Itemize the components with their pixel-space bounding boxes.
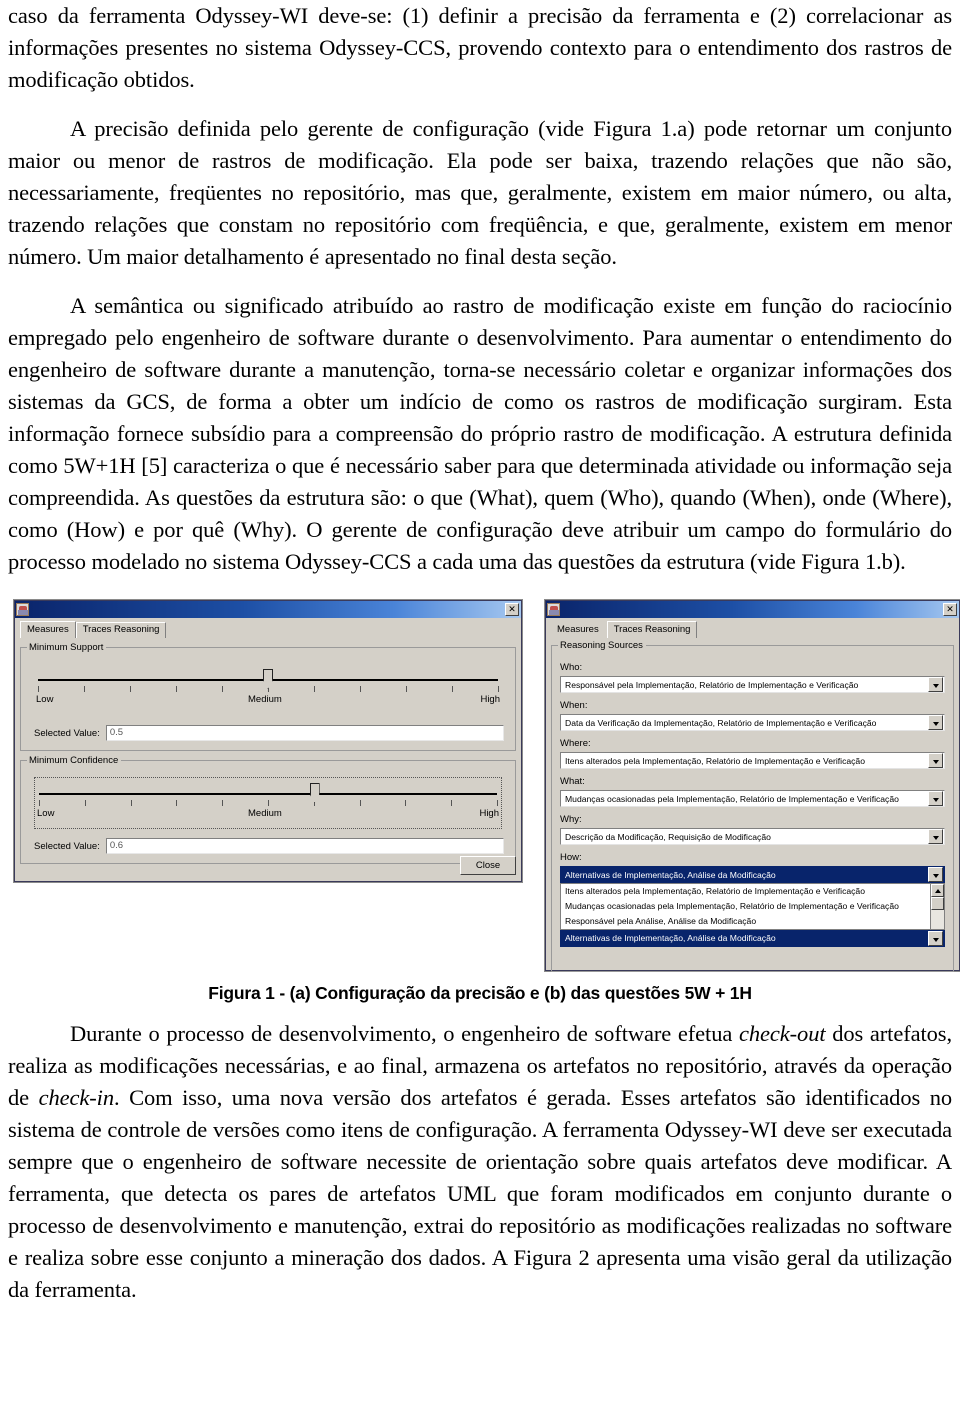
combo-how[interactable]: Alternativas de Implementação, Análise d… [560, 866, 945, 883]
scrollbar-track[interactable] [931, 910, 944, 929]
term-checkout: check-out [738, 1021, 826, 1046]
group-legend-minimum-support: Minimum Support [27, 642, 107, 653]
combo-who[interactable]: Responsável pela Implementação, Relatóri… [560, 676, 945, 693]
caption-gap [8, 1004, 952, 1018]
chevron-down-icon[interactable] [928, 829, 943, 844]
close-icon[interactable]: ✕ [943, 603, 957, 616]
dialog-b-titlebar[interactable]: ✕ [546, 601, 959, 618]
dialog-a-buttonbar: Close [20, 856, 516, 875]
group-legend-reasoning-sources: Reasoning Sources [558, 640, 646, 651]
chevron-down-icon[interactable] [928, 753, 943, 768]
selected-value-input-confidence[interactable]: 0.6 [105, 838, 504, 854]
field-label-what: What: [560, 776, 585, 787]
group-legend-minimum-confidence: Minimum Confidence [27, 755, 122, 766]
field-when: When: Data da Verificação da Implementaç… [560, 699, 945, 731]
slider-label-high: High [480, 694, 500, 705]
dialog-measures[interactable]: ✕ Measures Traces Reasoning Minimum Supp… [14, 600, 522, 882]
dialog-a-body: Minimum Support Low Medium High Selected… [15, 642, 521, 864]
paragraph-4: Durante o processo de desenvolvimento, o… [8, 1018, 952, 1306]
slider-minimum-confidence[interactable]: Low Medium High [34, 777, 502, 829]
selected-value-row-support: Selected Value: 0.5 [34, 725, 504, 741]
slider-label-medium: Medium [248, 808, 282, 819]
figure-1: ✕ Measures Traces Reasoning Minimum Supp… [8, 592, 960, 972]
field-how: How: Alternativas de Implementação, Anál… [560, 851, 945, 883]
dialog-a-tabstrip: Measures Traces Reasoning [15, 620, 521, 638]
combo-when[interactable]: Data da Verificação da Implementação, Re… [560, 714, 945, 731]
field-label-who: Who: [560, 662, 583, 673]
dropdown-items: Itens alterados pela Implementação, Rela… [561, 884, 930, 929]
slider-label-high: High [479, 808, 499, 819]
paragraph-2: A precisão definida pelo gerente de conf… [8, 116, 952, 269]
chevron-down-icon[interactable] [928, 715, 943, 730]
paragraph-3: A semântica ou significado atribuído ao … [8, 293, 952, 574]
scroll-up-icon[interactable] [931, 884, 944, 897]
dropdown-selected-item[interactable]: Alternativas de Implementação, Análise d… [560, 930, 945, 947]
tab-traces-reasoning[interactable]: Traces Reasoning [606, 621, 698, 638]
app-icon [547, 603, 560, 616]
selected-value-row-confidence: Selected Value: 0.6 [34, 838, 504, 854]
field-label-why: Why: [560, 814, 582, 825]
paragraph-4-part-1: Durante o processo de desenvolvimento, o… [70, 1021, 739, 1046]
paragraph-1: caso da ferramenta Odyssey-WI deve-se: (… [8, 3, 952, 92]
field-who: Who: Responsável pela Implementação, Rel… [560, 661, 945, 693]
selected-value-label: Selected Value: [34, 727, 100, 739]
slider-track [39, 793, 497, 795]
slider-label-low: Low [37, 808, 55, 819]
list-item: Alternativas de Implementação, Análise d… [565, 933, 776, 943]
field-where: Where: Itens alterados pela Implementaçã… [560, 737, 945, 769]
paragraph-4-part-3: . Com isso, uma nova versão dos artefato… [8, 1085, 952, 1302]
chevron-down-icon[interactable] [928, 931, 943, 946]
list-item[interactable]: Itens alterados pela Implementação, Rela… [561, 884, 930, 899]
combo-where[interactable]: Itens alterados pela Implementação, Rela… [560, 752, 945, 769]
term-checkin: check-in [38, 1085, 114, 1110]
slider-minimum-support[interactable]: Low Medium High [34, 664, 502, 716]
list-item[interactable]: Mudanças ocasionadas pela Implementação,… [561, 899, 930, 914]
group-minimum-support: Minimum Support Low Medium High Selected… [20, 642, 516, 751]
chevron-down-icon[interactable] [928, 791, 943, 806]
scrollbar-thumb[interactable] [931, 897, 944, 910]
dropdown-scrollbar[interactable] [930, 884, 944, 929]
combo-value-why: Descrição da Modificação, Requisição de … [565, 831, 771, 842]
combo-what[interactable]: Mudanças ocasionadas pela Implementação,… [560, 790, 945, 807]
chevron-down-icon[interactable] [928, 867, 943, 882]
app-icon [16, 603, 29, 616]
combo-value-who: Responsável pela Implementação, Relatóri… [565, 679, 859, 690]
field-label-when: When: [560, 700, 588, 711]
group-reasoning-sources: Reasoning Sources Who: Responsável pela … [551, 640, 954, 972]
combo-why[interactable]: Descrição da Modificação, Requisição de … [560, 828, 945, 845]
field-label-where: Where: [560, 738, 591, 749]
combo-value-what: Mudanças ocasionadas pela Implementação,… [565, 793, 899, 804]
close-icon[interactable]: ✕ [505, 603, 519, 616]
field-what: What: Mudanças ocasionadas pela Implemen… [560, 775, 945, 807]
figure-caption: Figura 1 - (a) Configuração da precisão … [208, 983, 752, 1003]
tab-measures[interactable]: Measures [20, 621, 76, 638]
dialog-traces-reasoning[interactable]: ✕ Measures Traces Reasoning Reasoning So… [545, 600, 960, 972]
slider-label-medium: Medium [248, 694, 282, 705]
field-why: Why: Descrição da Modificação, Requisiçã… [560, 813, 945, 845]
dialog-a-titlebar[interactable]: ✕ [15, 601, 521, 618]
combo-value-when: Data da Verificação da Implementação, Re… [565, 717, 877, 728]
close-button[interactable]: Close [460, 856, 516, 875]
group-minimum-confidence: Minimum Confidence Low Medium High Selec… [20, 755, 516, 864]
slider-ticks [39, 800, 498, 807]
dialog-b-body: Reasoning Sources Who: Responsável pela … [546, 640, 959, 972]
document-page: caso da ferramenta Odyssey-WI deve-se: (… [0, 0, 960, 1407]
selected-value-label: Selected Value: [34, 840, 100, 852]
dialog-b-tabstrip: Measures Traces Reasoning [546, 620, 959, 638]
selected-value-input-support[interactable]: 0.5 [105, 725, 504, 741]
field-label-how: How: [560, 852, 582, 863]
tab-measures[interactable]: Measures [551, 623, 607, 638]
slider-label-low: Low [36, 694, 54, 705]
dropdown-list-how[interactable]: Itens alterados pela Implementação, Rela… [560, 883, 945, 930]
tab-traces-reasoning[interactable]: Traces Reasoning [75, 622, 167, 638]
chevron-down-icon[interactable] [928, 677, 943, 692]
list-item[interactable]: Responsável pela Análise, Análise da Mod… [561, 914, 930, 929]
combo-value-where: Itens alterados pela Implementação, Rela… [565, 755, 865, 766]
combo-value-how: Alternativas de Implementação, Análise d… [565, 869, 776, 880]
